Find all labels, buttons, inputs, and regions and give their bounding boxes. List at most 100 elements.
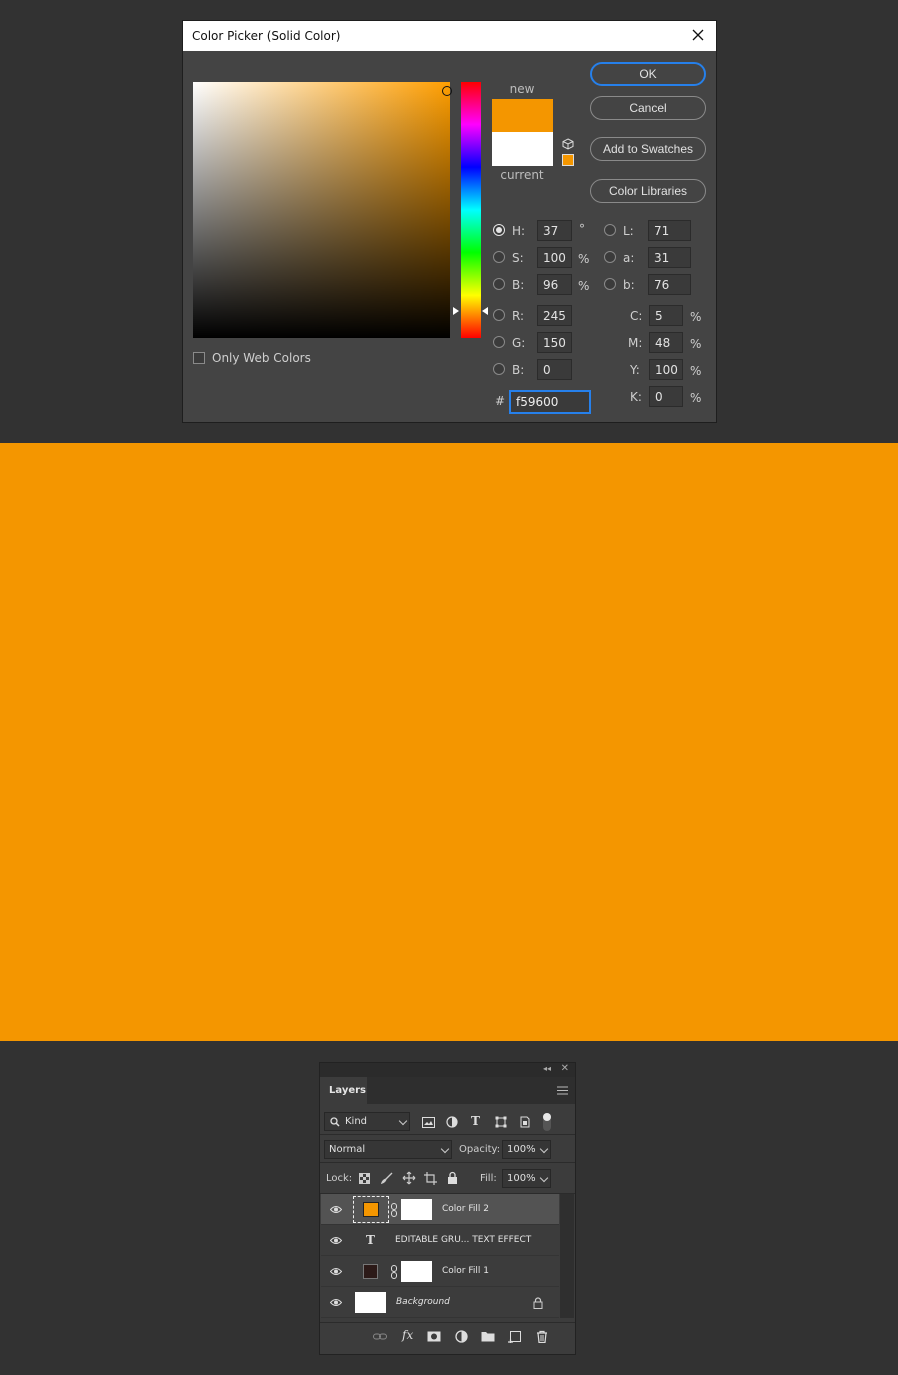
layer-row-color-fill-1[interactable]: Color Fill 1 xyxy=(321,1256,559,1287)
tab-layers[interactable]: Layers xyxy=(320,1077,367,1104)
visibility-eye-icon[interactable] xyxy=(330,1267,342,1276)
web-safe-color-swatch[interactable] xyxy=(562,154,574,166)
lab-l-field[interactable]: 71 xyxy=(648,220,691,241)
only-web-colors-checkbox[interactable] xyxy=(193,352,205,364)
lock-position-icon[interactable] xyxy=(402,1171,416,1185)
chevron-down-icon xyxy=(539,1144,549,1154)
panel-menu-icon[interactable] xyxy=(557,1086,568,1095)
lock-all-icon[interactable] xyxy=(447,1171,458,1184)
layer-row-background[interactable]: Background xyxy=(321,1287,559,1318)
lab-a-radio[interactable] xyxy=(604,251,616,263)
blue-field[interactable]: 0 xyxy=(537,359,572,380)
green-radio[interactable] xyxy=(493,336,505,348)
layer-row-color-fill-2[interactable]: Color Fill 2 xyxy=(321,1194,559,1225)
visibility-eye-icon[interactable] xyxy=(330,1205,342,1214)
lock-transparent-pixels-icon[interactable] xyxy=(359,1173,370,1184)
green-label: G: xyxy=(512,336,526,350)
current-color-swatch[interactable] xyxy=(492,132,553,166)
only-web-colors-label: Only Web Colors xyxy=(212,351,311,365)
cyan-field[interactable]: 5 xyxy=(649,305,683,326)
hue-slider-arrow-right-icon[interactable] xyxy=(482,307,488,315)
hue-radio[interactable] xyxy=(493,224,505,236)
lab-l-radio[interactable] xyxy=(604,224,616,236)
lab-a-field[interactable]: 31 xyxy=(648,247,691,268)
blend-mode-select[interactable]: Normal xyxy=(324,1140,452,1159)
magenta-field[interactable]: 48 xyxy=(649,332,683,353)
delete-layer-trash-icon[interactable] xyxy=(535,1330,549,1343)
type-layer-filter-icon[interactable]: T xyxy=(471,1114,480,1128)
layer-mask-thumbnail[interactable] xyxy=(401,1261,432,1282)
layer-mask-thumbnail[interactable] xyxy=(401,1199,432,1220)
hex-label: # xyxy=(495,394,506,408)
hue-field[interactable]: 37 xyxy=(537,220,572,241)
percent-unit: % xyxy=(578,252,590,266)
lab-b-field[interactable]: 76 xyxy=(648,274,691,295)
layers-bottom-toolbar: fx xyxy=(320,1322,575,1349)
degree-unit: ° xyxy=(579,222,585,236)
cancel-button[interactable]: Cancel xyxy=(590,96,706,120)
fill-field[interactable]: 100% xyxy=(502,1169,551,1188)
lab-l-label: L: xyxy=(623,224,634,238)
red-radio[interactable] xyxy=(493,309,505,321)
only-web-colors-option[interactable]: Only Web Colors xyxy=(193,351,311,365)
brightness-label: B: xyxy=(512,278,525,292)
new-adjustment-layer-icon[interactable] xyxy=(455,1330,469,1343)
brightness-field[interactable]: 96 xyxy=(537,274,572,295)
add-to-swatches-button[interactable]: Add to Swatches xyxy=(590,137,706,161)
hue-slider[interactable] xyxy=(461,82,481,338)
layers-scrollbar[interactable] xyxy=(560,1194,574,1318)
saturation-brightness-field[interactable] xyxy=(193,82,450,338)
color-selector-marker[interactable] xyxy=(442,86,452,96)
visibility-eye-icon[interactable] xyxy=(330,1236,342,1245)
close-icon[interactable] xyxy=(688,25,708,45)
ok-button[interactable]: OK xyxy=(590,62,706,86)
blue-radio[interactable] xyxy=(493,363,505,375)
chain-link-icon[interactable] xyxy=(391,1203,397,1217)
black-label: K: xyxy=(630,390,642,404)
lab-b-radio[interactable] xyxy=(604,278,616,290)
layer-name: Color Fill 2 xyxy=(442,1204,489,1214)
new-layer-icon[interactable] xyxy=(508,1330,522,1343)
layer-name: Background xyxy=(396,1297,450,1307)
yellow-field[interactable]: 100 xyxy=(649,359,683,380)
layer-style-fx-icon[interactable]: fx xyxy=(402,1328,413,1342)
saturation-field[interactable]: 100 xyxy=(537,247,572,268)
opacity-field[interactable]: 100% xyxy=(502,1140,551,1159)
blend-mode-row: Normal Opacity: 100% xyxy=(320,1135,575,1163)
add-mask-icon[interactable] xyxy=(427,1330,441,1343)
adjustment-layer-filter-icon[interactable] xyxy=(446,1116,458,1128)
green-field[interactable]: 150 xyxy=(537,332,572,353)
close-panel-icon[interactable]: ✕ xyxy=(561,1063,569,1074)
filter-kind-select[interactable]: Kind xyxy=(324,1112,410,1131)
visibility-eye-icon[interactable] xyxy=(330,1298,342,1307)
layer-name: Color Fill 1 xyxy=(442,1266,489,1276)
filter-toggle-icon[interactable] xyxy=(542,1112,552,1132)
type-layer-icon: T xyxy=(366,1233,375,1247)
document-canvas[interactable] xyxy=(0,443,898,1041)
pixel-layer-filter-icon[interactable] xyxy=(422,1117,435,1128)
shape-layer-filter-icon[interactable] xyxy=(495,1116,507,1128)
saturation-radio[interactable] xyxy=(493,251,505,263)
smart-object-filter-icon[interactable] xyxy=(519,1116,531,1128)
magenta-label: M: xyxy=(628,336,643,350)
red-field[interactable]: 245 xyxy=(537,305,572,326)
brightness-radio[interactable] xyxy=(493,278,505,290)
new-group-folder-icon[interactable] xyxy=(481,1330,495,1343)
percent-unit: % xyxy=(690,391,702,405)
chain-link-icon[interactable] xyxy=(391,1265,397,1279)
percent-unit: % xyxy=(690,364,702,378)
lock-row: Lock: Fill: 100% xyxy=(320,1163,575,1194)
chevron-down-icon xyxy=(440,1144,450,1154)
out-of-gamut-cube-icon[interactable] xyxy=(562,138,574,150)
prevent-auto-nesting-icon[interactable] xyxy=(424,1172,437,1185)
hue-slider-arrow-left-icon[interactable] xyxy=(453,307,459,315)
link-layers-icon[interactable] xyxy=(373,1330,387,1343)
color-libraries-button[interactable]: Color Libraries xyxy=(590,179,706,203)
lock-image-pixels-icon[interactable] xyxy=(381,1172,393,1184)
layer-row-text[interactable]: T EDITABLE GRU... TEXT EFFECT xyxy=(321,1225,559,1256)
black-field[interactable]: 0 xyxy=(649,386,683,407)
collapse-panel-icon[interactable]: ◂◂ xyxy=(543,1064,551,1073)
panel-topbar: ◂◂ ✕ xyxy=(320,1063,575,1077)
hex-field[interactable]: f59600 xyxy=(509,390,591,414)
new-color-swatch xyxy=(492,99,553,132)
